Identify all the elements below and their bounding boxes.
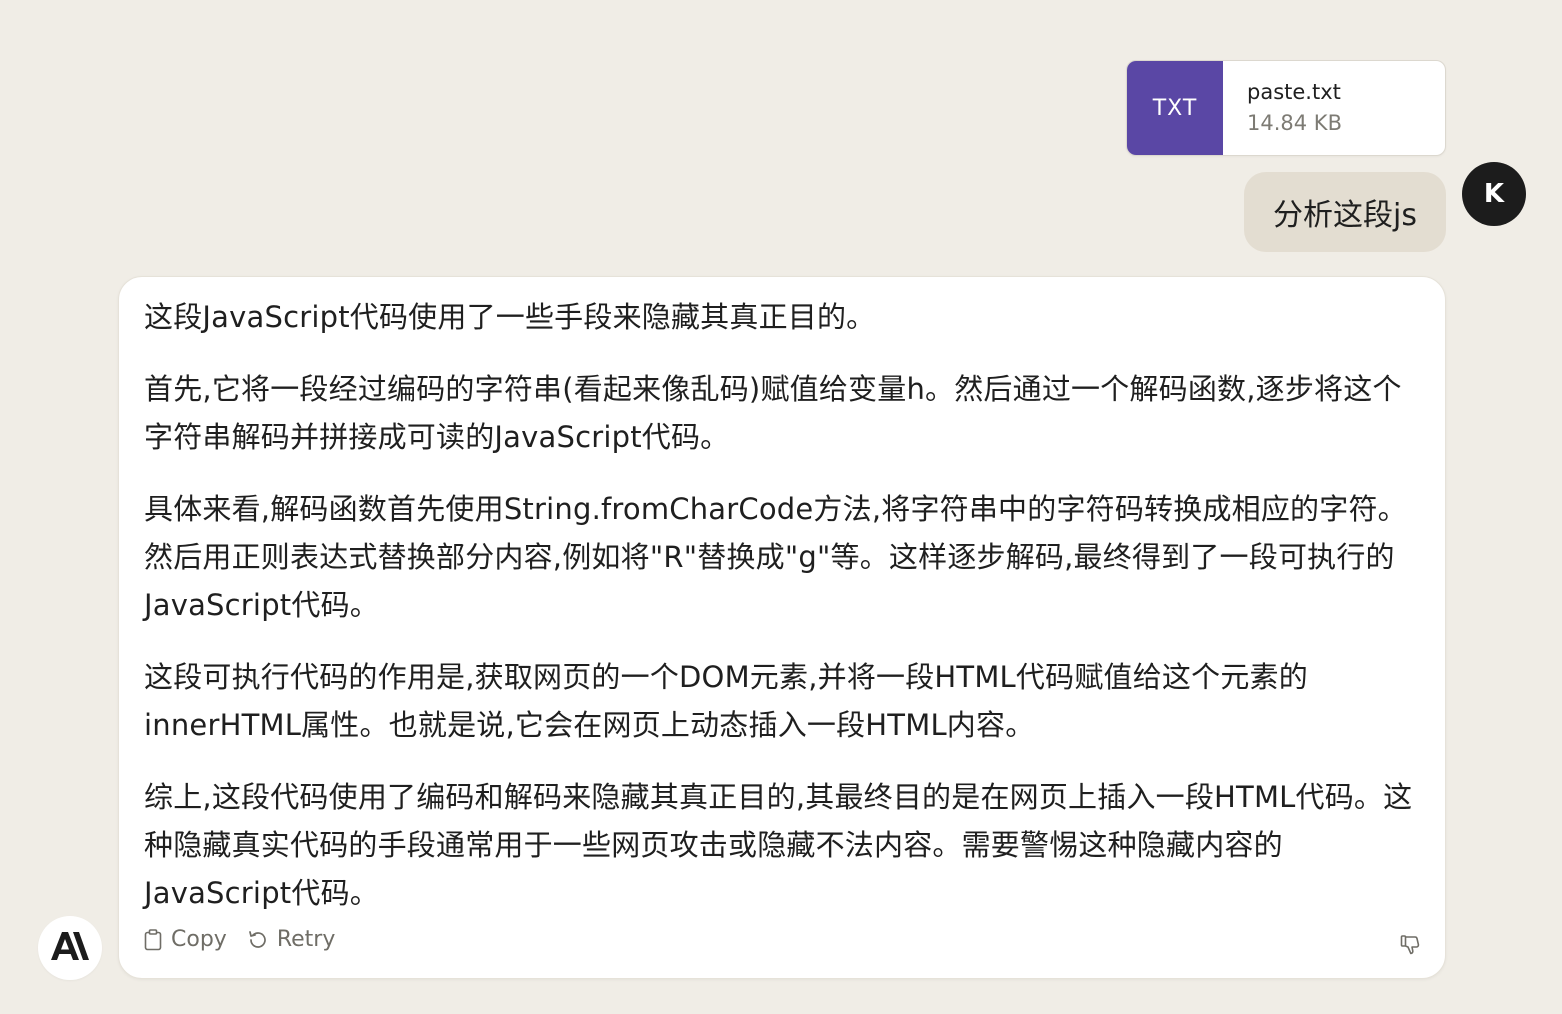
assistant-paragraph: 这段JavaScript代码使用了一些手段来隐藏其真正目的。: [144, 300, 876, 334]
user-avatar: K: [1462, 162, 1526, 226]
clipboard-icon: [143, 928, 163, 951]
anthropic-logo-icon: [51, 932, 89, 964]
assistant-paragraph: 综上,这段代码使用了编码和解码来隐藏其真正目的,其最终目的是在网页上插入一段HT…: [144, 780, 1413, 910]
message-actions: Copy Retry: [143, 927, 335, 952]
copy-button[interactable]: Copy: [143, 927, 227, 952]
assistant-message-body: 这段JavaScript代码使用了一些手段来隐藏其真正目的。 首先,它将一段经过…: [144, 293, 1424, 917]
thumbs-down-icon: [1399, 935, 1423, 961]
user-message-bubble: 分析这段js: [1244, 172, 1446, 252]
attachment-card[interactable]: TXT paste.txt 14.84 KB: [1126, 60, 1446, 156]
assistant-message-card: 这段JavaScript代码使用了一些手段来隐藏其真正目的。 首先,它将一段经过…: [118, 276, 1446, 979]
file-name: paste.txt: [1247, 80, 1341, 104]
file-type-badge: TXT: [1127, 61, 1223, 155]
file-size: 14.84 KB: [1247, 111, 1342, 135]
assistant-paragraph: 首先,它将一段经过编码的字符串(看起来像乱码)赋值给变量h。然后通过一个解码函数…: [144, 372, 1402, 454]
assistant-paragraph: 这段可执行代码的作用是,获取网页的一个DOM元素,并将一段HTML代码赋值给这个…: [144, 660, 1308, 742]
retry-icon: [247, 929, 269, 951]
file-meta: paste.txt 14.84 KB: [1223, 61, 1342, 155]
assistant-avatar: [38, 916, 102, 980]
retry-button[interactable]: Retry: [247, 927, 336, 952]
copy-label: Copy: [171, 927, 227, 952]
thumbs-down-button[interactable]: [1399, 933, 1423, 961]
retry-label: Retry: [276, 927, 336, 952]
assistant-paragraph: 具体来看,解码函数首先使用String.fromCharCode方法,将字符串中…: [144, 492, 1407, 622]
